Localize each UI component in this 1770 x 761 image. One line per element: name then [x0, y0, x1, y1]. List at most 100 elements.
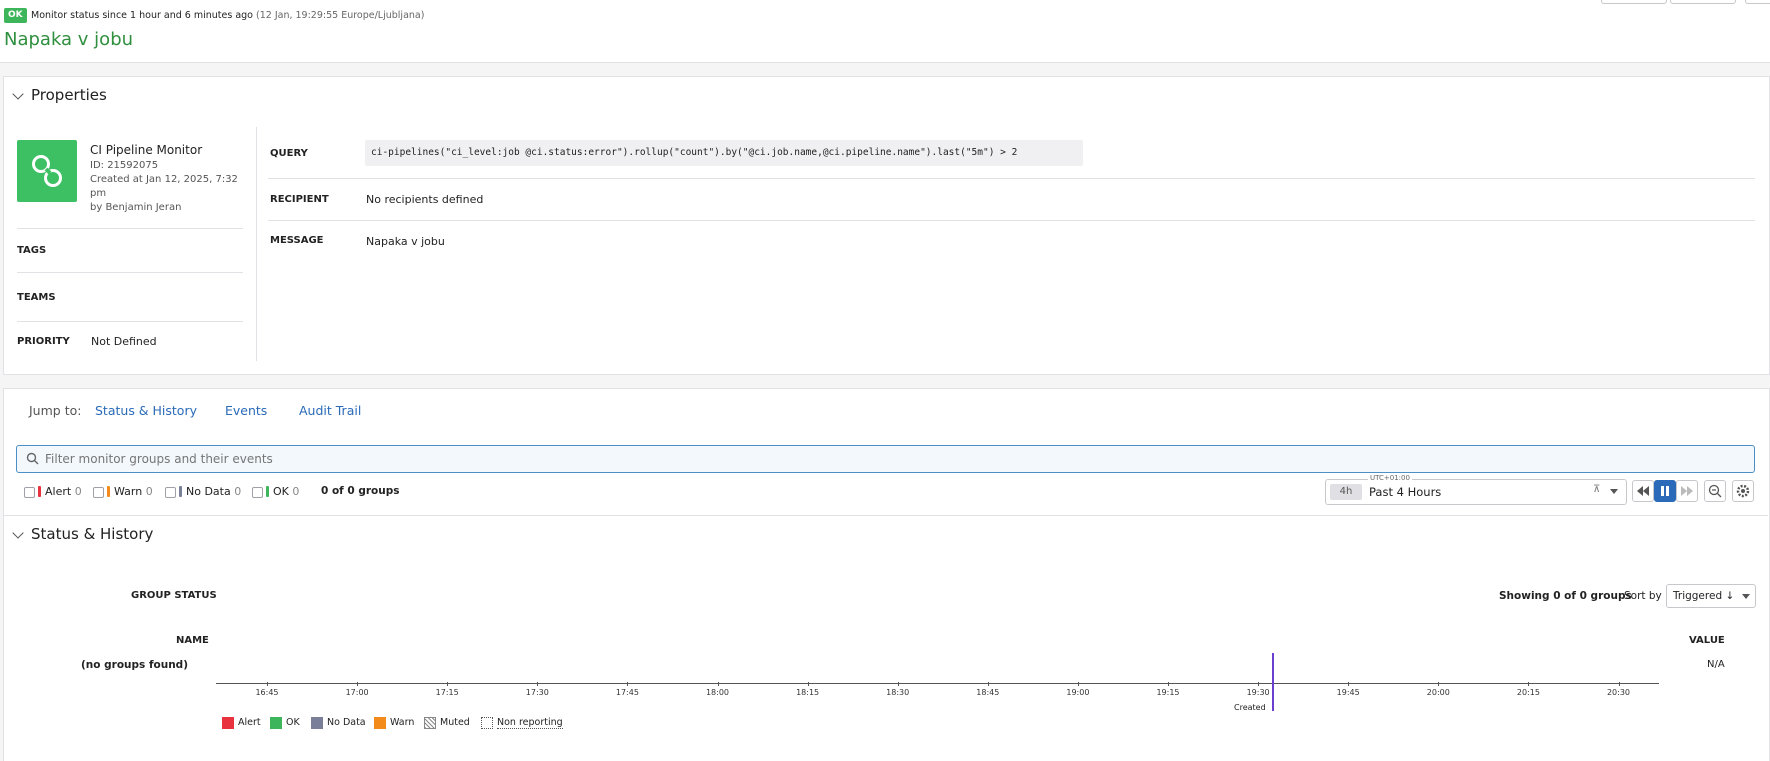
- ok-label: OK: [273, 485, 289, 498]
- message-value: Napaka v jobu: [366, 235, 445, 248]
- timeline-tick: [447, 682, 449, 686]
- recipient-value: No recipients defined: [366, 193, 484, 206]
- timeline-tick: [537, 682, 539, 686]
- timeline-tick-label: 20:30: [1606, 688, 1631, 697]
- ok-filter-label[interactable]: OK 0: [273, 485, 299, 498]
- legend-nodata-swatch: [311, 717, 323, 729]
- fast-forward-button[interactable]: [1676, 480, 1698, 502]
- timeline-tick: [1258, 682, 1260, 686]
- status-time: (12 Jan, 19:29:55 Europe/Ljubljana): [256, 10, 425, 21]
- timeline-tick: [1618, 682, 1620, 686]
- timeline-tick-label: 17:45: [615, 688, 639, 697]
- legend-muted-swatch: [424, 717, 436, 729]
- gear-icon: [1736, 484, 1750, 498]
- name-column-label: NAME: [176, 635, 209, 646]
- legend-alert-label: Alert: [238, 717, 261, 728]
- timeline-tick: [807, 682, 809, 686]
- timeline-tick: [717, 682, 719, 686]
- created-marker-line: [1272, 653, 1274, 711]
- jump-link-status-history[interactable]: Status & History: [95, 403, 197, 418]
- header-action-button-2[interactable]: [1670, 0, 1736, 4]
- timeline-tick: [1077, 682, 1079, 686]
- group-status-label: GROUP STATUS: [131, 590, 217, 601]
- timeline-tick: [1528, 682, 1530, 686]
- timeline-tick-label: 19:15: [1156, 688, 1180, 697]
- ok-filter-checkbox[interactable]: [252, 487, 263, 498]
- rewind-button[interactable]: [1632, 480, 1654, 502]
- alert-filter-checkbox[interactable]: [24, 487, 35, 498]
- divider: [3, 515, 1768, 516]
- ok-count: 0: [292, 485, 300, 498]
- zoom-out-button[interactable]: [1704, 480, 1726, 502]
- tags-label: TAGS: [17, 245, 47, 256]
- legend-nonreporting-label[interactable]: Non reporting: [497, 717, 563, 729]
- divider: [268, 178, 1755, 179]
- timeline-tick: [897, 682, 899, 686]
- search-field[interactable]: [16, 445, 1755, 473]
- timezone-label: UTC+01:00: [1368, 474, 1412, 482]
- priority-label: PRIORITY: [17, 336, 70, 347]
- time-range-chip: 4h: [1330, 484, 1362, 500]
- header-action-button-3[interactable]: [1745, 0, 1770, 4]
- timeline-tick-label: 17:30: [525, 688, 549, 697]
- header-action-button-1[interactable]: [1601, 0, 1667, 4]
- pause-button[interactable]: [1654, 480, 1676, 502]
- settings-button[interactable]: [1732, 480, 1754, 502]
- value-column-label: VALUE: [1689, 635, 1725, 646]
- divider: [268, 220, 1755, 221]
- time-picker[interactable]: 4h Past 4 Hours ⊼: [1325, 479, 1627, 505]
- jump-link-audit-trail[interactable]: Audit Trail: [299, 403, 361, 418]
- sort-select-value: Triggered ↓: [1673, 590, 1735, 602]
- created-by: by Benjamin Jeran: [90, 202, 182, 213]
- monitor-header: OK Monitor status since 1 hour and 6 min…: [0, 0, 1770, 63]
- recipient-label: RECIPIENT: [270, 194, 329, 205]
- timeline-tick-label: 20:00: [1426, 688, 1450, 697]
- warn-count: 0: [145, 485, 153, 498]
- jump-to-label: Jump to:: [29, 403, 82, 418]
- timeline-tick-label: 18:45: [976, 688, 1000, 697]
- pin-icon[interactable]: ⊼: [1593, 484, 1600, 495]
- alert-filter-label[interactable]: Alert 0: [45, 485, 82, 498]
- timeline-tick: [357, 682, 359, 686]
- warn-filter-label[interactable]: Warn 0: [114, 485, 153, 498]
- legend-nodata-label: No Data: [327, 717, 366, 728]
- timeline-tick-label: 19:45: [1336, 688, 1360, 697]
- nodata-count: 0: [234, 485, 242, 498]
- alert-color-marker: [38, 486, 41, 497]
- created-marker-label: Created: [1234, 703, 1266, 712]
- sort-select[interactable]: Triggered ↓: [1666, 584, 1756, 608]
- value-na: N/A: [1707, 659, 1725, 670]
- timeline-tick-label: 19:00: [1066, 688, 1090, 697]
- status-line: Monitor status since 1 hour and 6 minute…: [31, 10, 424, 21]
- timeline-tick-label: 18:15: [796, 688, 820, 697]
- search-icon: [26, 452, 39, 465]
- properties-title[interactable]: Properties: [31, 86, 107, 104]
- page-title: Napaka v jobu: [4, 29, 134, 50]
- sort-by-label: Sort by: [1624, 590, 1662, 602]
- vertical-divider: [256, 127, 257, 361]
- warn-filter-checkbox[interactable]: [93, 487, 104, 498]
- legend-ok-label: OK: [286, 717, 300, 728]
- timeline-tick-label: 20:15: [1516, 688, 1540, 697]
- timeline-tick-label: 18:00: [705, 688, 730, 697]
- groups-count: 0 of 0 groups: [321, 485, 400, 497]
- timeline-axis: [216, 683, 1659, 684]
- timeline-tick-label: 16:45: [255, 688, 279, 697]
- query-box: ci-pipelines("ci_level:job @ci.status:er…: [365, 140, 1083, 166]
- properties-panel: [3, 76, 1770, 375]
- timeline-tick-label: 17:15: [435, 688, 459, 697]
- ok-color-marker: [266, 486, 269, 497]
- nodata-filter-label[interactable]: No Data 0: [186, 485, 241, 498]
- monitor-type-icon: [17, 140, 77, 202]
- created-at-cont: pm: [90, 188, 107, 199]
- chevron-down-icon[interactable]: [1610, 489, 1618, 494]
- monitor-id: ID: 21592075: [90, 160, 159, 171]
- nodata-label: No Data: [186, 485, 231, 498]
- status-history-title[interactable]: Status & History: [31, 525, 153, 543]
- jump-link-events[interactable]: Events: [225, 403, 267, 418]
- search-input[interactable]: [43, 449, 1737, 469]
- nodata-filter-checkbox[interactable]: [165, 487, 176, 498]
- status-text: Monitor status since 1 hour and 6 minute…: [31, 10, 253, 21]
- message-label: MESSAGE: [270, 235, 324, 246]
- teams-label: TEAMS: [17, 292, 56, 303]
